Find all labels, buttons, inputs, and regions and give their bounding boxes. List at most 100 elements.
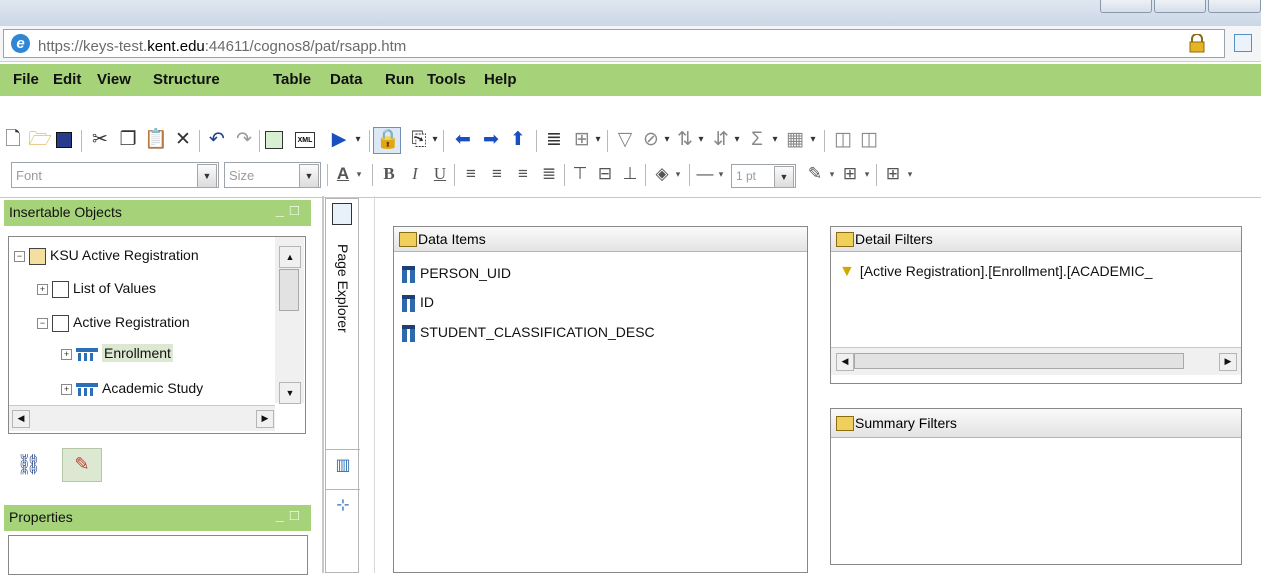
sort-descending-dropdown-icon[interactable]: ▾ xyxy=(730,128,744,152)
minimize-window-button[interactable] xyxy=(1100,0,1152,13)
detail-filters-horizontal-scrollbar[interactable]: ◀ ▶ xyxy=(831,347,1241,375)
borders-dropdown-icon[interactable]: ▾ xyxy=(861,162,873,186)
scroll-right-icon[interactable]: ▶ xyxy=(256,410,274,428)
italic-icon[interactable]: I xyxy=(403,162,427,186)
compatibility-view-icon[interactable] xyxy=(1234,34,1252,52)
open-folder-icon[interactable]: 🗁 xyxy=(27,128,53,152)
xml-icon[interactable]: XML xyxy=(295,132,315,148)
scroll-left-icon[interactable]: ◀ xyxy=(836,353,854,371)
size-select[interactable]: Size ▼ xyxy=(224,162,321,188)
menu-run[interactable]: Run xyxy=(385,71,414,88)
data-item-student-classification-desc[interactable]: STUDENT_CLASSIFICATION_DESC xyxy=(402,324,655,342)
run-report-icon[interactable]: ▶ xyxy=(326,128,352,152)
align-right-icon[interactable]: ≡ xyxy=(511,162,535,186)
border-line-icon[interactable]: — xyxy=(693,162,717,186)
scroll-left-icon[interactable]: ◀ xyxy=(12,410,30,428)
expand-icon[interactable]: + xyxy=(61,383,72,395)
page-explorer-label[interactable]: Page Explorer xyxy=(330,244,356,354)
save-icon[interactable] xyxy=(56,132,72,148)
chevron-down-icon[interactable]: ▼ xyxy=(197,164,217,188)
delete-icon[interactable]: ✕ xyxy=(170,128,196,152)
scroll-right-icon[interactable]: ▶ xyxy=(1219,353,1237,371)
scroll-thumb[interactable] xyxy=(279,269,299,311)
chart-dropdown-icon[interactable]: ▾ xyxy=(806,128,820,152)
scroll-up-icon[interactable]: ▲ xyxy=(279,246,301,268)
undo-icon[interactable]: ↶ xyxy=(204,128,230,152)
menu-tools[interactable]: Tools xyxy=(427,71,466,88)
pane-minmax-icon[interactable]: _□ xyxy=(276,507,305,524)
layout-more-icon[interactable]: ◫ xyxy=(856,128,882,152)
splitter[interactable] xyxy=(322,196,324,573)
list-icon[interactable]: ≣ xyxy=(541,128,567,152)
tree-vertical-scrollbar[interactable]: ▲ ▼ xyxy=(275,237,304,404)
close-window-button[interactable] xyxy=(1208,0,1261,13)
copy-icon[interactable]: ❐ xyxy=(115,128,141,152)
report-page-icon[interactable] xyxy=(265,131,283,149)
align-center-icon[interactable]: ≡ xyxy=(485,162,509,186)
detail-filter-item[interactable]: ▼ [Active Registration].[Enrollment].[ACA… xyxy=(839,263,1237,281)
valign-top-icon[interactable]: ⊤ xyxy=(568,162,592,186)
group-dropdown-icon[interactable]: ▾ xyxy=(591,128,605,152)
font-color-dropdown-icon[interactable]: ▾ xyxy=(353,162,365,186)
chevron-down-icon[interactable]: ▼ xyxy=(774,166,794,188)
source-tab-icon[interactable]: ⛓ xyxy=(16,452,42,478)
tree-item-active-registration[interactable]: − Active Registration xyxy=(37,314,190,332)
bold-icon[interactable]: B xyxy=(377,162,401,186)
tree-item-list-of-values[interactable]: + List of Values xyxy=(37,280,156,298)
menu-file[interactable]: File xyxy=(13,71,39,88)
up-arrow-icon[interactable]: ⬆ xyxy=(505,128,531,152)
tree-horizontal-scrollbar[interactable]: ◀ ▶ xyxy=(9,405,275,431)
borders-icon[interactable]: ⊞ xyxy=(838,162,862,186)
forward-arrow-icon[interactable]: ➡ xyxy=(478,128,504,152)
align-left-icon[interactable]: ≡ xyxy=(459,162,483,186)
font-color-icon[interactable]: A xyxy=(331,162,355,186)
data-item-id[interactable]: ID xyxy=(402,294,434,312)
tree-item-enrollment[interactable]: + Enrollment xyxy=(61,344,173,362)
background-color-dropdown-icon[interactable]: ▾ xyxy=(672,162,684,186)
filter-icon[interactable]: ▽ xyxy=(612,128,638,152)
menu-data[interactable]: Data xyxy=(330,71,363,88)
url-field[interactable]: e https://keys-test.kent.edu:44611/cogno… xyxy=(3,29,1225,58)
chart-icon[interactable]: ▦ xyxy=(782,128,808,152)
scroll-down-icon[interactable]: ▼ xyxy=(279,382,301,404)
redo-icon[interactable]: ↷ xyxy=(231,128,257,152)
layout-icon[interactable]: ◫ xyxy=(830,128,856,152)
menu-structure[interactable]: Structure xyxy=(153,71,220,88)
condition-explorer-icon[interactable]: ⊹ xyxy=(332,495,354,517)
page-explorer-icon[interactable] xyxy=(332,203,352,225)
run-dropdown-icon[interactable]: ▾ xyxy=(350,128,366,152)
menu-table[interactable]: Table xyxy=(273,71,311,88)
collapse-icon[interactable]: − xyxy=(14,250,25,262)
scroll-thumb[interactable] xyxy=(854,353,1184,369)
menu-help[interactable]: Help xyxy=(484,71,517,88)
border-line-dropdown-icon[interactable]: ▾ xyxy=(715,162,727,186)
collapse-icon[interactable]: − xyxy=(37,317,48,329)
back-arrow-icon[interactable]: ⬅ xyxy=(450,128,476,152)
menu-view[interactable]: View xyxy=(97,71,131,88)
summarize-dropdown-icon[interactable]: ▾ xyxy=(768,128,782,152)
summarize-icon[interactable]: Σ xyxy=(744,128,770,152)
background-color-icon[interactable]: ◈ xyxy=(650,162,674,186)
expand-icon[interactable]: + xyxy=(37,283,48,295)
valign-middle-icon[interactable]: ⊟ xyxy=(593,162,617,186)
border-color-icon[interactable]: ✎ xyxy=(803,162,827,186)
tree-item-academic-study[interactable]: + Academic Study xyxy=(61,380,203,396)
lock-icon[interactable] xyxy=(1189,33,1205,53)
query-explorer-icon[interactable]: ▥ xyxy=(332,455,354,477)
expand-icon[interactable]: + xyxy=(61,348,72,360)
data-item-person-uid[interactable]: PERSON_UID xyxy=(402,265,511,283)
new-report-icon[interactable]: 🗋 xyxy=(0,128,26,152)
valign-bottom-icon[interactable]: ⊥ xyxy=(618,162,642,186)
sort-dropdown-icon[interactable]: ▾ xyxy=(694,128,708,152)
font-select[interactable]: Font ▼ xyxy=(11,162,219,188)
justify-icon[interactable]: ≣ xyxy=(537,162,561,186)
menu-edit[interactable]: Edit xyxy=(53,71,81,88)
maximize-window-button[interactable] xyxy=(1154,0,1206,13)
underline-icon[interactable]: U xyxy=(428,162,452,186)
line-weight-select[interactable]: 1 pt ▼ xyxy=(731,164,796,188)
table-icon[interactable]: ⊞ xyxy=(881,162,905,186)
border-color-dropdown-icon[interactable]: ▾ xyxy=(826,162,838,186)
insert-dropdown-icon[interactable]: ▾ xyxy=(428,128,442,152)
cut-icon[interactable]: ✂ xyxy=(87,128,113,152)
chevron-down-icon[interactable]: ▼ xyxy=(299,164,319,188)
